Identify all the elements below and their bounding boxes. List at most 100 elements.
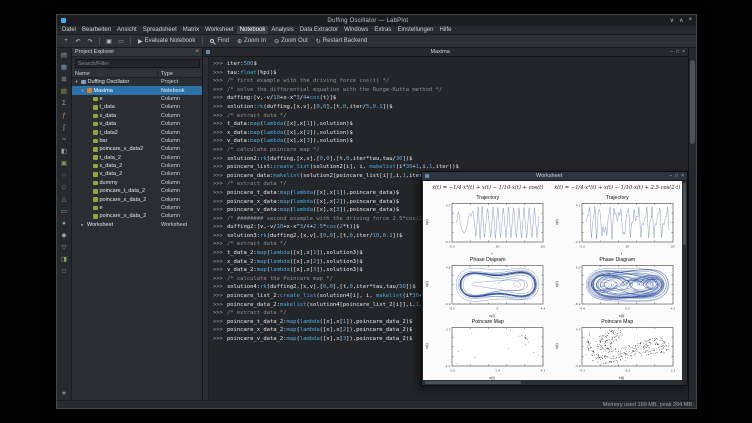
tree-row-bar[interactable]: bar Column <box>72 137 202 145</box>
menu-spreadsheet[interactable]: Spreadsheet <box>140 26 180 34</box>
notebook-line[interactable]: >>> duffing:[v,-v/10+x-x^3/4+cos(t)]$ <box>213 94 686 103</box>
toolbox-icon-19[interactable]: □ <box>59 266 70 276</box>
close-icon[interactable]: × <box>688 17 692 24</box>
notebook-line[interactable]: >>> t_data:map(lambda([x],x[1]),solution)… <box>213 120 686 129</box>
toolbox-icon-16[interactable]: ◆ <box>59 230 70 240</box>
undo-button[interactable]: ↶ <box>73 36 83 46</box>
tree-row-v-data[interactable]: v_data Column <box>72 120 202 128</box>
subwindow-minimize-icon[interactable]: – <box>669 173 672 179</box>
tree-row-poincare-t-data-2[interactable]: poincare_t_data_2 Column <box>72 187 202 195</box>
panel-close-icon[interactable]: × <box>195 49 199 55</box>
plot-trajectory-2[interactable]: Trajectoryx(t)t-5.050105-4.44.2 <box>553 194 683 256</box>
menu-worksheet[interactable]: Worksheet <box>202 26 237 34</box>
minimize-icon[interactable]: ∨ <box>670 17 674 24</box>
tree-row-maxima[interactable]: ▾ Maxima Notebook <box>72 86 202 95</box>
scrollbar-thumb[interactable] <box>690 60 695 144</box>
notebook-line[interactable]: >>> tau:float(%pi)$ <box>213 69 686 78</box>
toolbox-icon-5[interactable]: Σ <box>59 98 70 108</box>
plot-phase-diagram-2[interactable]: Phase Diagram v(t) x(t) -4.4 0.0 4.5 -6.2 6.0 <box>553 256 683 318</box>
toolbox-icon-8[interactable]: ≈ <box>59 134 70 144</box>
toolbox-icon-10[interactable]: ▣ <box>59 158 70 168</box>
column-header-name[interactable]: Name <box>72 70 158 77</box>
menu-hilfe[interactable]: Hilfe <box>436 26 454 34</box>
toolbox-icon-1[interactable]: ▤ <box>59 50 70 60</box>
save-button[interactable]: ▣ <box>104 36 114 46</box>
worksheet-page[interactable]: ẍ(t) = −1/4·x³(t) + x(t) − 1/10·ẋ(t) + c… <box>423 181 682 380</box>
plot-poincare-map-2[interactable]: Poincare Map v(t) x(t) -4.3 -0.5 3.3 -3.8 4.7 <box>553 318 683 380</box>
titlebar[interactable]: Duffing Oscillator — LabPlot ∨ ∧ × <box>57 15 696 26</box>
new-button[interactable]: + <box>61 36 71 46</box>
column-header-type[interactable]: Type <box>158 70 202 77</box>
tree-row-x-data-2[interactable]: x_data_2 Column <box>72 162 202 170</box>
notebook-line[interactable]: >>>/* first example with the driving for… <box>213 77 686 86</box>
tree-row-e[interactable]: e Column <box>72 204 202 212</box>
notebook-scrollbar[interactable] <box>689 48 696 400</box>
tree-row-x-data[interactable]: x_data Column <box>72 112 202 120</box>
notebook-line[interactable]: >>> solution2:rk(duffing,[x,v],[0,0],[t,0… <box>213 155 686 164</box>
notebook-line[interactable]: >>> v_data:map(lambda([x],x[3]),solution)… <box>213 137 686 146</box>
tree-row-e[interactable]: e Column <box>72 95 202 103</box>
notebook-line[interactable]: >>> solution:rk(duffing,[x,v],[0,0],[t,0,… <box>213 103 686 112</box>
toolbox-icon-18[interactable]: ◨ <box>59 254 70 264</box>
subwindow-minimize-icon[interactable]: – <box>670 49 673 55</box>
expander-icon[interactable]: ▾ <box>74 79 79 85</box>
redo-button[interactable]: ↷ <box>85 36 95 46</box>
maxima-titlebar[interactable]: Maxima – □ × <box>203 48 688 57</box>
tree-row-poincare-v-data-2[interactable]: poincare_v_data_2 Column <box>72 212 202 220</box>
menu-ansicht[interactable]: Ansicht <box>114 26 140 34</box>
find-button[interactable]: Find <box>207 37 232 45</box>
zoom-out-button[interactable]: ⊖ Zoom Out <box>271 37 311 46</box>
notebook-line[interactable]: >>> x_data:map(lambda([x],x[2]),solution)… <box>213 129 686 138</box>
plot-trajectory-1[interactable]: Trajectoryx(t)t-5.050105-4.74.7 <box>423 194 553 256</box>
worksheet-horizontal-scrollbar[interactable] <box>423 380 682 385</box>
toolbox-icon-7[interactable]: ∫ <box>59 122 70 132</box>
toolbox-icon-6[interactable]: ƒ <box>59 110 70 120</box>
scrollbar-thumb[interactable] <box>425 381 521 384</box>
expander-icon[interactable]: ▸ <box>80 222 85 228</box>
menu-einstellungen[interactable]: Einstellungen <box>394 26 436 34</box>
expander-icon[interactable]: ▾ <box>80 88 85 94</box>
scrollbar-thumb[interactable] <box>683 183 686 245</box>
maximize-icon[interactable]: ∧ <box>679 17 683 24</box>
toolbox-icon-17[interactable]: ▽ <box>59 242 70 252</box>
project-explorer-header[interactable]: Project Explorer × <box>72 48 202 57</box>
notebook-line[interactable]: >>>/* extract data */ <box>213 112 686 121</box>
toolbox-icon-14[interactable]: ▭ <box>59 206 70 216</box>
toolbox-icon-20[interactable]: ∗ <box>59 388 70 398</box>
evaluate-notebook-button[interactable]: ▶ Evaluate Notebook <box>135 37 198 46</box>
notebook-line[interactable]: >>>/* solve the differential equation wi… <box>213 86 686 95</box>
subwindow-restore-icon[interactable]: □ <box>675 173 678 179</box>
tree-row-duffing-oscillator[interactable]: ▾ Duffing Oscillator Project <box>72 78 202 86</box>
toolbox-icon-13[interactable]: △ <box>59 194 70 204</box>
toolbox-icon-12[interactable]: ◇ <box>59 182 70 192</box>
toolbox-icon-3[interactable]: ⊞ <box>59 74 70 84</box>
menu-analysis[interactable]: Analysis <box>268 26 296 34</box>
export-button[interactable]: ▭ <box>116 36 126 46</box>
tree-row-t-data[interactable]: t_data Column <box>72 103 202 111</box>
toolbox-icon-11[interactable]: ○ <box>59 170 70 180</box>
tree-row-v-data-2[interactable]: v_data_2 Column <box>72 170 202 178</box>
worksheet-titlebar[interactable]: Worksheet – □ × <box>422 172 687 181</box>
menu-extras[interactable]: Extras <box>371 26 394 34</box>
subwindow-close-icon[interactable]: × <box>681 173 684 179</box>
plot-poincare-map-1[interactable]: Poincare Map v(t) x(t) -1.5 1.4 4.3 -1.1 3.7 <box>423 318 553 380</box>
menu-windows[interactable]: Windows <box>341 26 371 34</box>
toolbox-icon-9[interactable]: ◧ <box>59 146 70 156</box>
menu-notebook[interactable]: Notebook <box>236 26 269 34</box>
tree-row-poincare-x-data-2[interactable]: poincare_x_data_2 Column <box>72 195 202 203</box>
notebook-line[interactable]: >>>/* calculate poincare map */ <box>213 146 686 155</box>
plot-phase-diagram-1[interactable]: Phase Diagram v(t) x(t) -4.5 0 4.4 -4.9 4.8 <box>423 256 553 318</box>
toolbox-icon-15[interactable]: ● <box>59 218 70 228</box>
subwindow-restore-icon[interactable]: □ <box>676 49 679 55</box>
worksheet-vertical-scrollbar[interactable] <box>682 181 687 380</box>
search-input[interactable] <box>75 59 200 68</box>
toolbox-icon-2[interactable]: ▦ <box>59 62 70 72</box>
tree-row-t-data2[interactable]: t_data2 Column <box>72 128 202 136</box>
tree-row-poincare-v-data2[interactable]: poincare_v_data2 Column <box>72 145 202 153</box>
tree-row-dummy[interactable]: dummy Column <box>72 179 202 187</box>
restart-backend-button[interactable]: ↻ Restart Backend <box>313 37 370 46</box>
subwindow-close-icon[interactable]: × <box>682 49 685 55</box>
menu-datei[interactable]: Datei <box>59 26 79 34</box>
menu-matrix[interactable]: Matrix <box>180 26 202 34</box>
menu-data-extractor[interactable]: Data Extractor <box>297 26 341 34</box>
